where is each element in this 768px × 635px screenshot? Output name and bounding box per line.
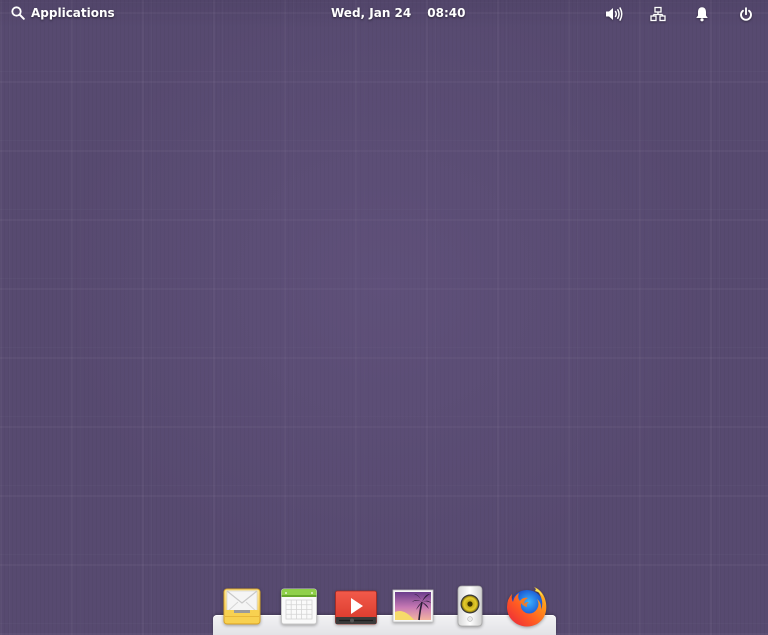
system-indicators bbox=[592, 4, 768, 24]
photos-icon bbox=[392, 588, 434, 624]
firefox-icon bbox=[504, 583, 550, 629]
bell-icon bbox=[695, 6, 709, 22]
date-time-indicator[interactable]: Wed, Jan 24 08:40 bbox=[331, 6, 465, 20]
dock-item-photos[interactable] bbox=[389, 582, 437, 630]
dock-item-mail[interactable] bbox=[218, 582, 266, 630]
search-icon bbox=[11, 6, 25, 20]
power-icon bbox=[739, 6, 753, 22]
volume-icon bbox=[604, 6, 624, 22]
dock-item-firefox[interactable] bbox=[503, 582, 551, 630]
dock-items bbox=[218, 582, 551, 630]
applications-menu-button[interactable]: Applications bbox=[11, 6, 115, 20]
time-label: 08:40 bbox=[427, 6, 466, 20]
dock-item-calendar[interactable] bbox=[275, 582, 323, 630]
volume-indicator[interactable] bbox=[592, 4, 636, 24]
dock-item-music[interactable] bbox=[446, 582, 494, 630]
dock-item-videos[interactable] bbox=[332, 582, 380, 630]
calendar-icon bbox=[280, 586, 318, 626]
applications-label: Applications bbox=[31, 6, 115, 20]
desktop-background[interactable] bbox=[0, 0, 768, 635]
notifications-indicator[interactable] bbox=[680, 4, 724, 24]
music-speaker-icon bbox=[454, 584, 486, 628]
date-label: Wed, Jan 24 bbox=[331, 6, 412, 20]
video-player-icon bbox=[334, 586, 378, 626]
top-panel: Applications Wed, Jan 24 08:40 bbox=[0, 0, 768, 28]
network-indicator[interactable] bbox=[636, 4, 680, 24]
session-indicator[interactable] bbox=[724, 4, 768, 24]
mail-icon bbox=[222, 586, 262, 626]
network-wired-icon bbox=[650, 6, 666, 22]
